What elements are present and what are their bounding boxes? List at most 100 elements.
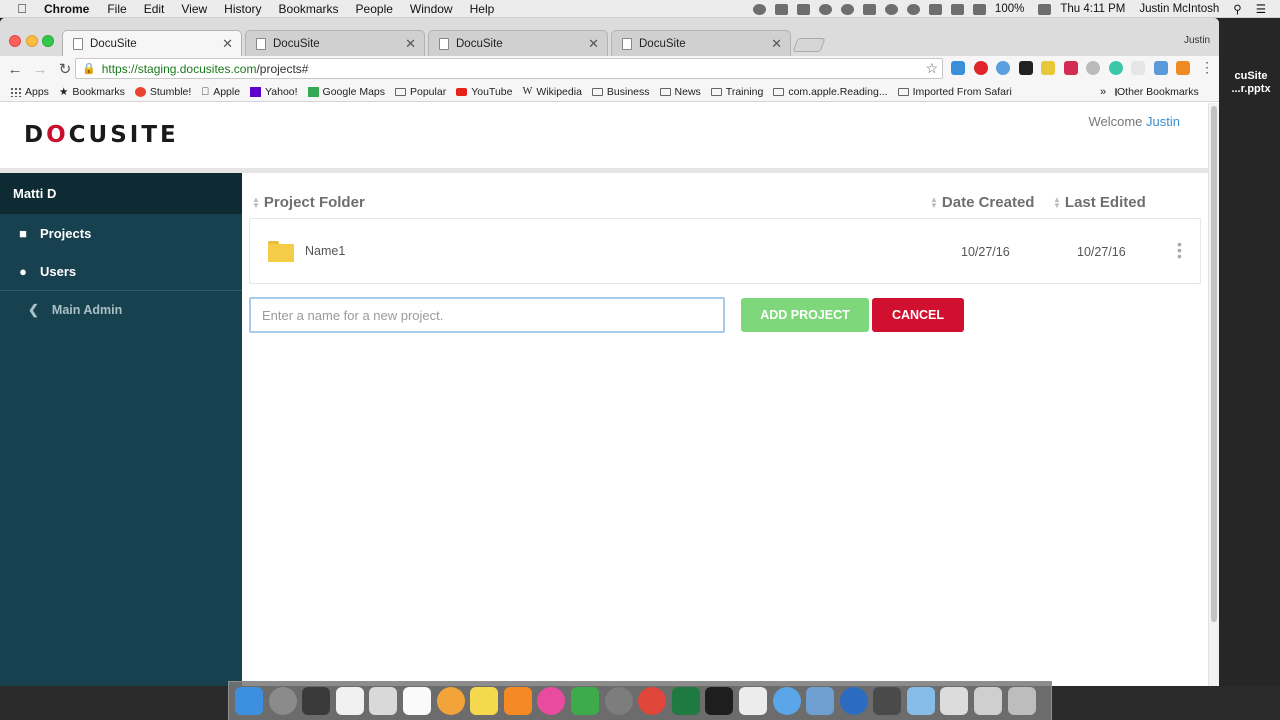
project-name[interactable]: Name1 (305, 244, 345, 258)
bookmark-google-maps[interactable]: Google Maps (307, 86, 385, 98)
menu-view[interactable]: View (181, 2, 207, 16)
applications-folder-icon[interactable] (906, 687, 935, 715)
menu-bookmarks[interactable]: Bookmarks (279, 2, 339, 16)
scrollbar-thumb[interactable] (1211, 106, 1217, 622)
bookmark-star-icon[interactable]: ☆ (925, 60, 938, 77)
extension-icon[interactable] (1086, 61, 1100, 75)
stickies-icon[interactable] (470, 687, 499, 715)
photos-icon[interactable] (436, 687, 465, 715)
extension-icon[interactable] (1041, 61, 1055, 75)
extension-icon[interactable] (1131, 61, 1145, 75)
add-project-button[interactable]: ADD PROJECT (741, 298, 869, 332)
battery-percent[interactable]: 100% (995, 3, 1024, 15)
bookmark-business[interactable]: Business (591, 86, 650, 98)
bluetooth-icon[interactable] (906, 3, 920, 15)
extension-icon[interactable] (1018, 61, 1033, 75)
page-scrollbar[interactable] (1208, 103, 1219, 686)
desktop-file-label[interactable]: cuSite ...r.pptx (1222, 70, 1280, 96)
quicktime-icon[interactable] (839, 687, 868, 715)
menu-window[interactable]: Window (410, 2, 453, 16)
menu-help[interactable]: Help (470, 2, 495, 16)
dropbox-icon[interactable] (774, 3, 788, 15)
bookmark-other-bookmarks[interactable]: Other Bookmarks (1115, 86, 1199, 98)
menu-file[interactable]: File (107, 2, 126, 16)
system-preferences-icon[interactable] (604, 687, 633, 715)
sidebar-item-projects[interactable]: ■ Projects (0, 214, 242, 252)
wifi-icon[interactable] (928, 3, 942, 15)
tab-close-icon[interactable]: ✕ (222, 36, 233, 52)
menu-edit[interactable]: Edit (144, 2, 165, 16)
evernote-icon[interactable] (862, 3, 876, 15)
battery-icon[interactable] (1038, 3, 1052, 15)
browser-tab-3[interactable]: DocuSite ✕ (428, 30, 608, 56)
chrome-menu-icon[interactable]: ⋮ (1200, 59, 1214, 76)
menubar-user[interactable]: Justin McIntosh (1139, 3, 1219, 15)
launchpad-icon[interactable] (268, 687, 297, 715)
preview-icon[interactable] (369, 687, 398, 715)
window-minimize-button[interactable] (26, 35, 38, 47)
browser-tab-2[interactable]: DocuSite ✕ (245, 30, 425, 56)
bookmark-imported-safari[interactable]: Imported From Safari (897, 86, 1012, 98)
calendar-icon[interactable] (402, 687, 431, 715)
tab-close-icon[interactable]: ✕ (588, 36, 599, 52)
bookmark-reading-list[interactable]: com.apple.Reading... (773, 86, 888, 98)
airplay-icon[interactable] (950, 3, 964, 15)
menu-app-name[interactable]: Chrome (44, 2, 89, 16)
extension-icon[interactable] (951, 61, 965, 75)
creative-cloud-icon[interactable] (840, 3, 854, 15)
bookmarks-overflow-chevron-icon[interactable]: » (1100, 86, 1106, 98)
extension-icon[interactable] (1153, 61, 1168, 75)
browser-tab-4[interactable]: DocuSite ✕ (611, 30, 791, 56)
docusite-logo[interactable]: DOCUSITE (24, 122, 179, 148)
reload-icon[interactable]: ↻ (55, 60, 75, 78)
new-project-name-input[interactable] (249, 297, 725, 333)
time-machine-icon[interactable] (884, 3, 898, 15)
bookmark-stumble[interactable]: Stumble! (134, 86, 191, 98)
window-close-button[interactable] (9, 35, 21, 47)
row-menu-icon[interactable]: • • • (1177, 237, 1182, 263)
table-row[interactable]: Name1 10/27/16 10/27/16 • • • (249, 218, 1201, 284)
itunes-icon[interactable] (537, 687, 566, 715)
ibooks-icon[interactable] (503, 687, 532, 715)
documents-stack-icon[interactable] (974, 687, 1003, 715)
address-bar[interactable]: 🔒 https://staging.docusites.com/projects… (75, 58, 943, 79)
new-tab-button[interactable] (792, 38, 826, 52)
record-icon[interactable] (752, 3, 766, 15)
app-grid-icon[interactable] (738, 687, 767, 715)
bookmark-apps[interactable]: Apps (10, 86, 49, 98)
forward-arrow-icon[interactable]: → (30, 61, 50, 78)
app-icon[interactable] (806, 687, 835, 715)
finder-icon[interactable] (235, 687, 263, 715)
browser-tab-1[interactable]: DocuSite ✕ (62, 30, 242, 57)
cancel-button[interactable]: CANCEL (872, 298, 964, 332)
menu-history[interactable]: History (224, 2, 261, 16)
sidebar-item-users[interactable]: ● Users (0, 252, 242, 290)
bookmark-yahoo[interactable]: Yahoo! (250, 86, 298, 98)
tab-close-icon[interactable]: ✕ (771, 36, 782, 52)
bookmark-news[interactable]: News (659, 86, 701, 98)
lock-icon[interactable]: 🔒 (82, 62, 96, 75)
welcome-user-link[interactable]: Justin (1146, 114, 1180, 129)
bookmark-training[interactable]: Training (710, 86, 763, 98)
bookmark-wikipedia[interactable]: W Wikipedia (522, 86, 581, 98)
messages-icon[interactable] (772, 687, 801, 715)
bookmark-apple[interactable]: Apple (201, 86, 240, 98)
back-arrow-icon[interactable]: ← (5, 61, 25, 78)
column-header-date-created[interactable]: ▲ ▼ Date Created (930, 194, 1034, 211)
drive-icon[interactable] (796, 3, 810, 15)
extension-icon[interactable] (1108, 61, 1123, 75)
profile-name[interactable]: Justin (1184, 35, 1210, 46)
volume-icon[interactable] (972, 3, 986, 15)
bookmark-popular[interactable]: Popular (395, 86, 446, 98)
notes-app-icon[interactable] (335, 687, 364, 715)
apple-menu-icon[interactable]:  (0, 1, 44, 16)
notification-center-icon[interactable]: ☰ (1256, 2, 1266, 16)
app-icon[interactable] (302, 687, 331, 715)
documents-stack-icon[interactable] (940, 687, 969, 715)
evernote-icon[interactable] (570, 687, 599, 715)
extension-icon[interactable] (973, 61, 988, 75)
bookmark-bookmarks[interactable]: ★ Bookmarks (59, 86, 125, 98)
spotlight-icon[interactable]: ⚲ (1233, 2, 1241, 16)
menubar-clock[interactable]: Thu 4:11 PM (1060, 3, 1125, 15)
extension-icon[interactable] (996, 61, 1010, 75)
